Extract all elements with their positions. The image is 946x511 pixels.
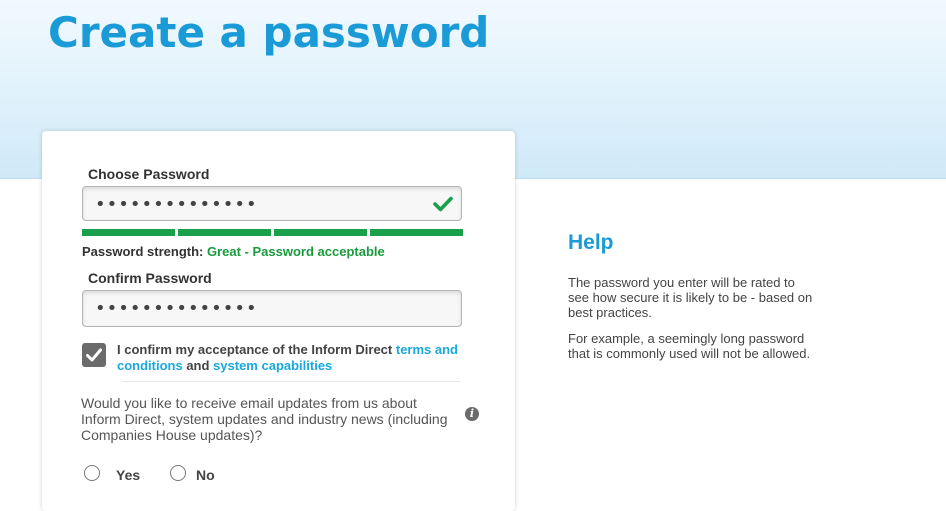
checkmark-icon bbox=[86, 348, 102, 362]
strength-segment bbox=[370, 229, 463, 236]
choose-password-input[interactable]: •••••••••••••• bbox=[82, 186, 462, 221]
divider bbox=[122, 381, 460, 382]
confirm-password-input[interactable]: •••••••••••••• bbox=[82, 290, 462, 327]
confirm-password-value: •••••••••••••• bbox=[95, 298, 258, 319]
password-strength-bar bbox=[82, 229, 463, 236]
system-capabilities-link[interactable]: system capabilities bbox=[213, 358, 332, 373]
email-updates-question: Would you like to receive email updates … bbox=[81, 395, 448, 443]
help-paragraph-1: The password you enter will be rated to … bbox=[568, 275, 813, 320]
radio-no-label[interactable]: No bbox=[196, 467, 215, 483]
radio-yes[interactable] bbox=[84, 465, 100, 481]
strength-label: Password strength: bbox=[82, 244, 204, 259]
terms-checkbox[interactable] bbox=[82, 343, 106, 367]
strength-segment bbox=[274, 229, 367, 236]
page-title: Create a password bbox=[48, 8, 490, 57]
radio-yes-label[interactable]: Yes bbox=[116, 467, 140, 483]
terms-joiner: and bbox=[182, 358, 214, 373]
info-icon[interactable]: i bbox=[465, 407, 479, 421]
password-strength-text: Password strength: Great - Password acce… bbox=[82, 244, 385, 259]
terms-prefix: I confirm my acceptance of the Inform Di… bbox=[117, 342, 396, 357]
strength-segment bbox=[178, 229, 271, 236]
choose-password-label: Choose Password bbox=[88, 166, 210, 182]
help-title: Help bbox=[568, 231, 614, 254]
password-form-card: Choose Password •••••••••••••• Password … bbox=[42, 131, 515, 511]
radio-no[interactable] bbox=[170, 465, 186, 481]
choose-password-value: •••••••••••••• bbox=[95, 194, 258, 215]
check-icon bbox=[433, 196, 453, 212]
strength-value: Great - Password acceptable bbox=[206, 244, 385, 259]
help-paragraph-2: For example, a seemingly long password t… bbox=[568, 331, 811, 361]
strength-segment bbox=[82, 229, 175, 236]
confirm-password-label: Confirm Password bbox=[88, 270, 212, 286]
terms-text: I confirm my acceptance of the Inform Di… bbox=[117, 342, 487, 374]
